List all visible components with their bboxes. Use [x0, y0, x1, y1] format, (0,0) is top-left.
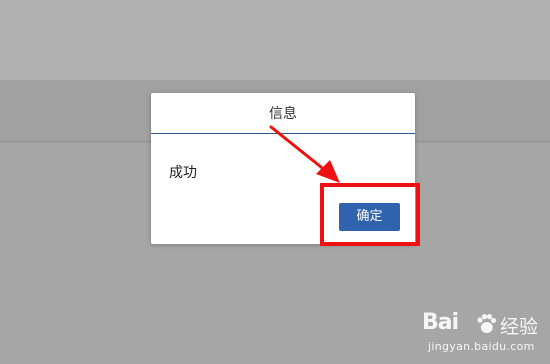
- annotation-highlight-box: [320, 183, 420, 246]
- watermark-brand-cn: 经验: [500, 316, 539, 338]
- paw-icon: [477, 314, 497, 333]
- watermark-brand: Bai: [422, 310, 459, 335]
- watermark: Bai 经验 jingyan.baidu.com: [420, 310, 545, 360]
- dialog-title: 信息: [151, 93, 415, 134]
- watermark-url: jingyan.baidu.com: [428, 340, 535, 353]
- page-background-top: [0, 0, 550, 80]
- dialog-message: 成功: [169, 165, 197, 181]
